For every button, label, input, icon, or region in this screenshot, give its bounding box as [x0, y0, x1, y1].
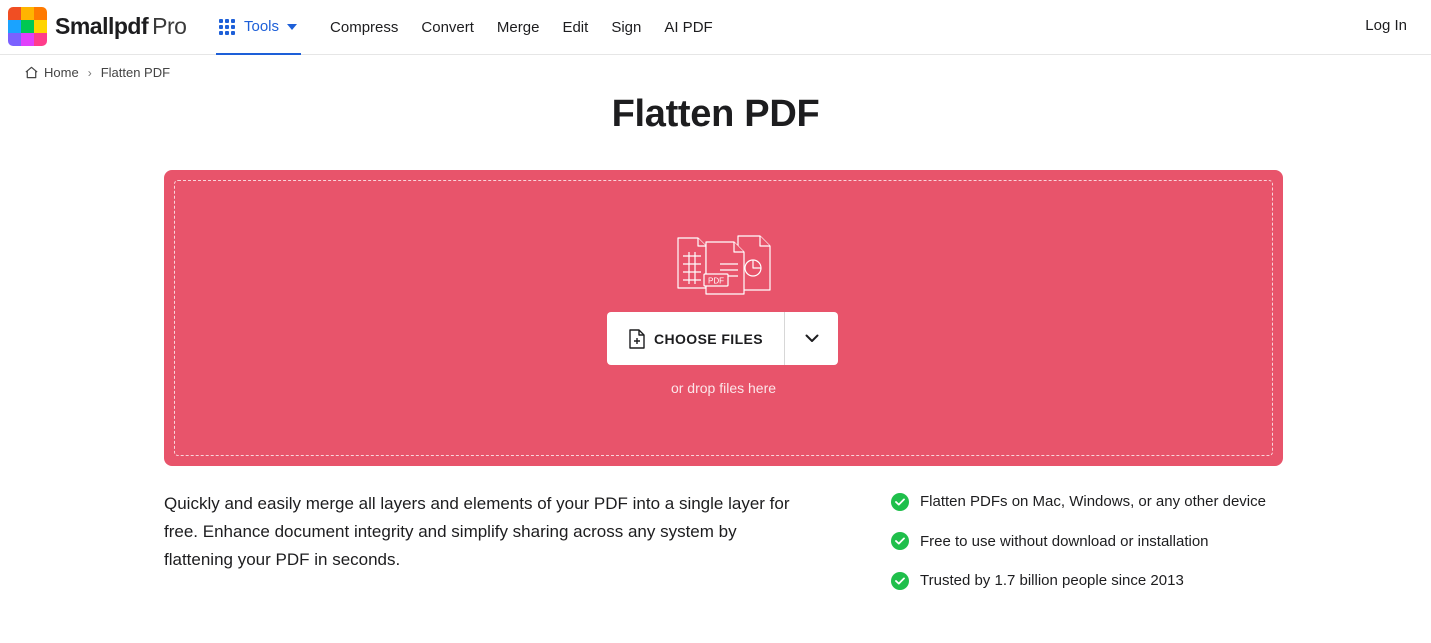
nav-link-convert[interactable]: Convert	[421, 19, 474, 36]
chevron-down-icon	[805, 334, 818, 342]
feature-list: Flatten PDFs on Mac, Windows, or any oth…	[891, 490, 1266, 609]
breadcrumb-current: Flatten PDF	[100, 65, 171, 80]
drop-files-hint: or drop files here	[670, 380, 777, 396]
checkmark-icon	[891, 571, 909, 590]
choose-files-label: CHOOSE FILES	[653, 330, 764, 347]
nav-link-compress[interactable]: Compress	[330, 19, 398, 36]
checkmark-icon	[891, 532, 909, 550]
brand-logo[interactable]: Smallpdf Pro	[8, 7, 187, 46]
choose-files-button-group: CHOOSE FILES	[607, 312, 838, 365]
nav-link-merge[interactable]: Merge	[497, 19, 540, 36]
tools-menu-label: Tools	[244, 18, 280, 35]
file-dropzone[interactable]: PDF CHOOSE FILES or drop files here	[164, 170, 1283, 466]
nav-link-edit[interactable]: Edit	[562, 19, 588, 36]
brand-wordmark: Smallpdf Pro	[55, 13, 187, 40]
grid-icon	[219, 18, 235, 35]
upload-source-dropdown[interactable]	[785, 312, 838, 365]
tool-description: Quickly and easily merge all layers and …	[164, 494, 790, 569]
page-title: Flatten PDF	[611, 93, 820, 135]
feature-item: Flatten PDFs on Mac, Windows, or any oth…	[891, 490, 1266, 513]
feature-item: Trusted by 1.7 billion people since 2013	[891, 569, 1266, 592]
brand-tier: Pro	[152, 13, 187, 39]
tools-menu-button[interactable]: Tools	[216, 0, 302, 55]
breadcrumb-separator: ›	[87, 65, 92, 80]
breadcrumb: Home › Flatten PDF	[24, 65, 170, 80]
breadcrumb-home-link[interactable]: Home	[44, 65, 79, 80]
nav-link-ai-pdf[interactable]: AI PDF	[664, 19, 712, 36]
smallpdf-logo-icon	[8, 7, 47, 46]
login-button[interactable]: Log In	[1365, 17, 1407, 34]
home-icon	[25, 66, 38, 79]
pdf-badge-label: PDF	[708, 277, 724, 286]
feature-text: Free to use without download or installa…	[920, 532, 1209, 550]
choose-files-button[interactable]: CHOOSE FILES	[607, 312, 785, 365]
feature-item: Free to use without download or installa…	[891, 530, 1266, 553]
feature-text: Flatten PDFs on Mac, Windows, or any oth…	[920, 493, 1266, 510]
feature-text: Trusted by 1.7 billion people since 2013	[920, 572, 1184, 589]
nav-link-sign[interactable]: Sign	[611, 19, 641, 36]
brand-name: Smallpdf	[55, 13, 149, 39]
documents-illustration-icon: PDF	[677, 235, 771, 295]
caret-down-icon	[287, 24, 298, 30]
checkmark-icon	[891, 492, 909, 511]
main-nav: Tools Compress Convert Merge Edit Sign A…	[216, 0, 736, 55]
add-file-icon	[629, 328, 645, 349]
top-navigation-bar: Smallpdf Pro Tools Compress Convert Merge…	[0, 0, 1431, 55]
